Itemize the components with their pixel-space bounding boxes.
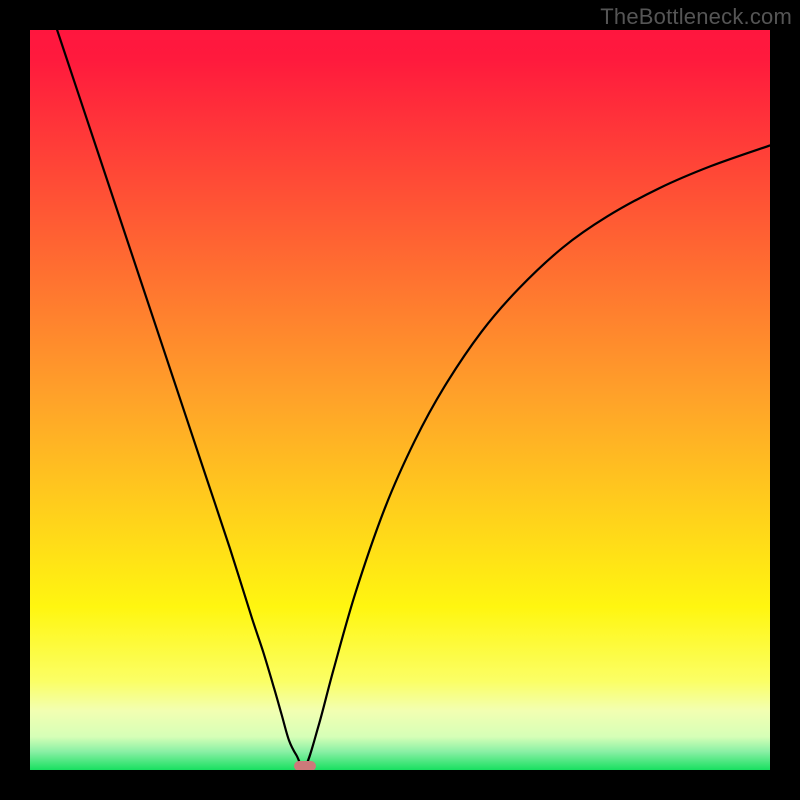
plot-area	[30, 30, 770, 770]
watermark-text: TheBottleneck.com	[600, 4, 792, 30]
chart-svg	[30, 30, 770, 770]
gradient-rect	[30, 30, 770, 770]
chart-frame: TheBottleneck.com	[0, 0, 800, 800]
minimum-marker	[294, 761, 316, 770]
